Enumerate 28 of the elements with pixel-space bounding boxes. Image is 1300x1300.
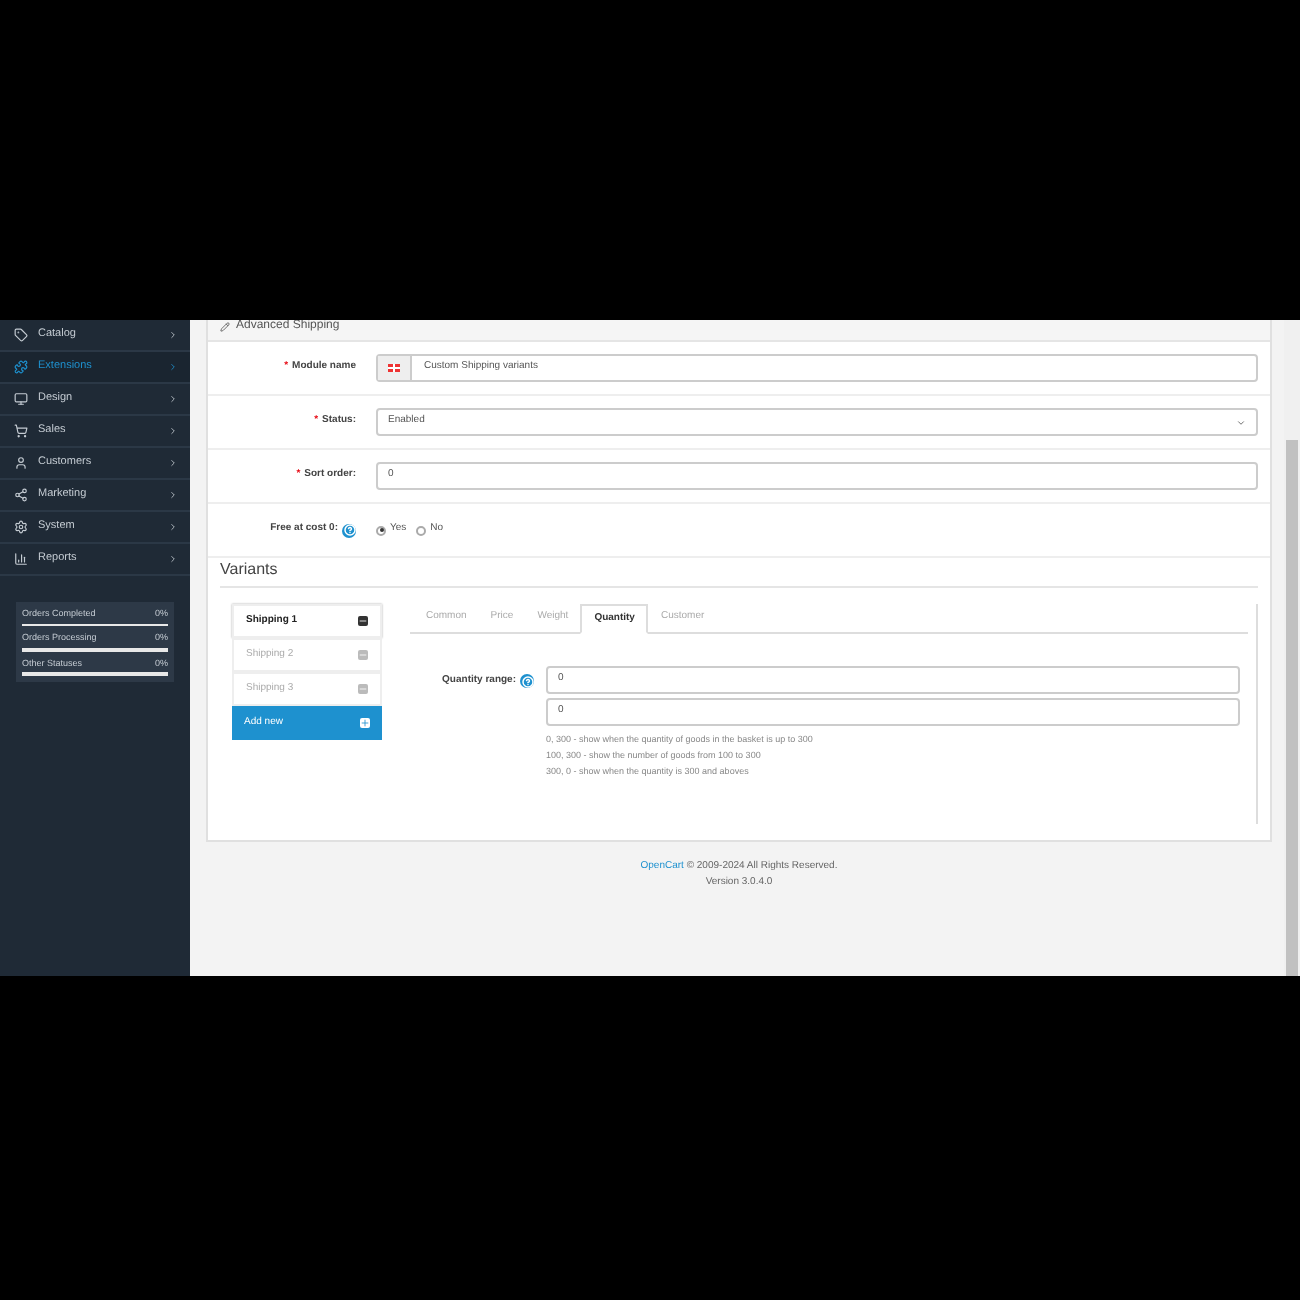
user-icon (14, 456, 28, 470)
puzzle-icon (14, 360, 28, 374)
help-icon (342, 523, 356, 537)
chevron-icon (168, 554, 178, 564)
plus-icon (360, 718, 370, 728)
radio-button[interactable] (376, 525, 386, 535)
chevron-icon (168, 458, 178, 468)
flag-icon (378, 356, 412, 380)
chevron-icon (168, 522, 178, 532)
help-icon (520, 674, 534, 688)
bar-chart-icon (14, 552, 28, 566)
cart-icon (14, 424, 28, 438)
section-heading: Variants (220, 558, 1258, 588)
tag-icon (14, 328, 28, 342)
chevron-icon (168, 490, 178, 500)
chevron-icon (168, 330, 178, 340)
radio-button[interactable] (416, 525, 427, 535)
chevron-icon (168, 426, 178, 436)
pencil-icon (220, 322, 230, 332)
chevron-icon (168, 394, 178, 404)
monitor-icon (14, 392, 28, 406)
share-icon (14, 488, 28, 502)
minus-icon (358, 650, 368, 660)
minus-icon (358, 616, 368, 626)
chevron-icon (168, 362, 178, 372)
caret-icon (1236, 417, 1246, 427)
settings-icon (14, 520, 28, 534)
minus-icon (358, 684, 368, 694)
